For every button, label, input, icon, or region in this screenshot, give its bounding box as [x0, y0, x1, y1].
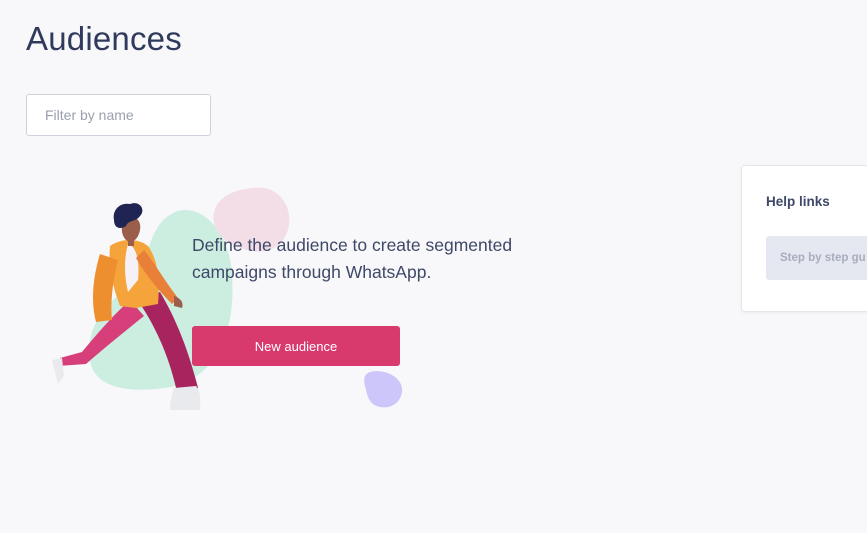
- new-audience-button[interactable]: New audience: [192, 326, 400, 366]
- back-shoe: [52, 358, 64, 384]
- help-link-step-by-step-guide[interactable]: Step by step gu: [766, 236, 867, 280]
- person-walking-illustration: [52, 187, 403, 410]
- front-shoe: [170, 386, 201, 410]
- page-title: Audiences: [26, 20, 182, 57]
- neck: [128, 238, 134, 246]
- audiences-page: Audiences Define the audience to create …: [0, 0, 867, 533]
- help-links-title: Help links: [766, 194, 830, 209]
- help-links-card: Help links Step by step gu: [741, 165, 867, 312]
- empty-state-message: Define the audience to create segmented …: [192, 235, 513, 282]
- filter-by-name-input[interactable]: [26, 94, 211, 136]
- lavender-blob: [364, 371, 403, 408]
